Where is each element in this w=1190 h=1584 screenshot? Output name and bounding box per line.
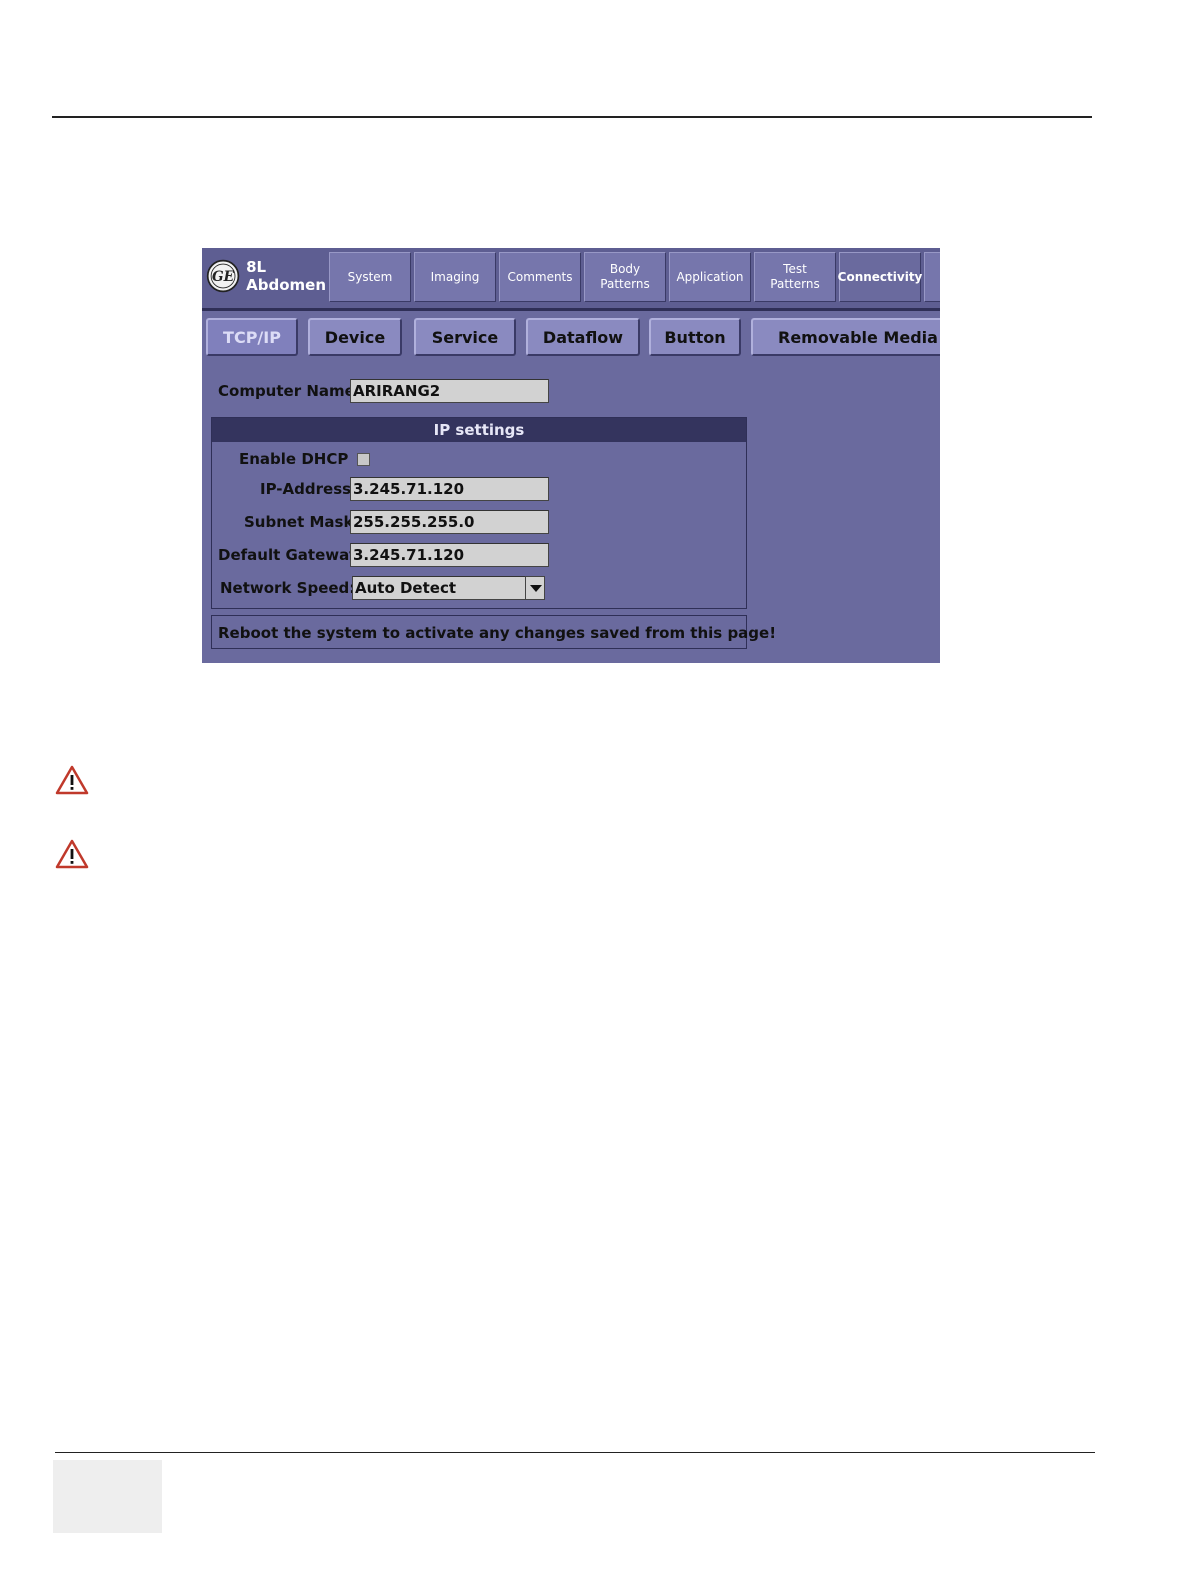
- network-speed-select[interactable]: Auto Detect: [352, 576, 526, 600]
- subtab-button[interactable]: Button: [649, 318, 741, 356]
- ip-address-label: IP-Address: [260, 480, 352, 498]
- subtab-dataflow[interactable]: Dataflow: [526, 318, 640, 356]
- probe-label: 8L: [246, 258, 267, 276]
- computer-name-label: Computer Name: [218, 382, 355, 400]
- ge-logo-icon: GE: [206, 259, 240, 293]
- footer-box: [53, 1460, 162, 1533]
- ip-settings-title: IP settings: [212, 418, 746, 442]
- enable-dhcp-checkbox[interactable]: [357, 453, 370, 466]
- svg-text:GE: GE: [212, 269, 235, 285]
- preset-label: Abdomen: [246, 276, 326, 294]
- reboot-note: Reboot the system to activate any change…: [211, 615, 776, 649]
- subtab-service[interactable]: Service: [414, 318, 516, 356]
- tab-connectivity[interactable]: Connectivity: [838, 252, 922, 302]
- computer-name-field[interactable]: ARIRANG2: [350, 379, 549, 403]
- top-menu-bar: GE 8L Abdomen System Imaging Comments Bo…: [202, 248, 940, 311]
- chevron-down-icon[interactable]: [525, 576, 545, 600]
- header-rule: [52, 116, 1092, 118]
- default-gateway-field[interactable]: 3.245.71.120: [350, 543, 549, 567]
- warning-triangle-icon: [55, 839, 89, 869]
- subtab-removable-media[interactable]: Removable Media: [751, 318, 940, 356]
- tab-system[interactable]: System: [329, 252, 411, 302]
- subnet-mask-field[interactable]: 255.255.255.0: [350, 510, 549, 534]
- footer-rule: [55, 1452, 1095, 1453]
- tab-body-patterns[interactable]: Body Patterns: [584, 252, 666, 302]
- enable-dhcp-label: Enable DHCP: [239, 450, 349, 468]
- subtab-tcpip[interactable]: TCP/IP: [206, 318, 298, 356]
- probe-info: GE 8L Abdomen: [204, 250, 326, 302]
- connectivity-screenshot: GE 8L Abdomen System Imaging Comments Bo…: [202, 248, 940, 663]
- tab-imaging[interactable]: Imaging: [414, 252, 496, 302]
- tab-application[interactable]: Application: [669, 252, 751, 302]
- subtab-device[interactable]: Device: [308, 318, 402, 356]
- ip-address-field[interactable]: 3.245.71.120: [350, 477, 549, 501]
- default-gateway-label: Default Gateway: [218, 546, 359, 564]
- tab-comments[interactable]: Comments: [499, 252, 581, 302]
- tab-more[interactable]: [924, 252, 940, 302]
- network-speed-label: Network Speed:: [220, 579, 356, 597]
- subnet-mask-label: Subnet Mask: [244, 513, 354, 531]
- tab-test-patterns[interactable]: Test Patterns: [754, 252, 836, 302]
- warning-triangle-icon: [55, 765, 89, 795]
